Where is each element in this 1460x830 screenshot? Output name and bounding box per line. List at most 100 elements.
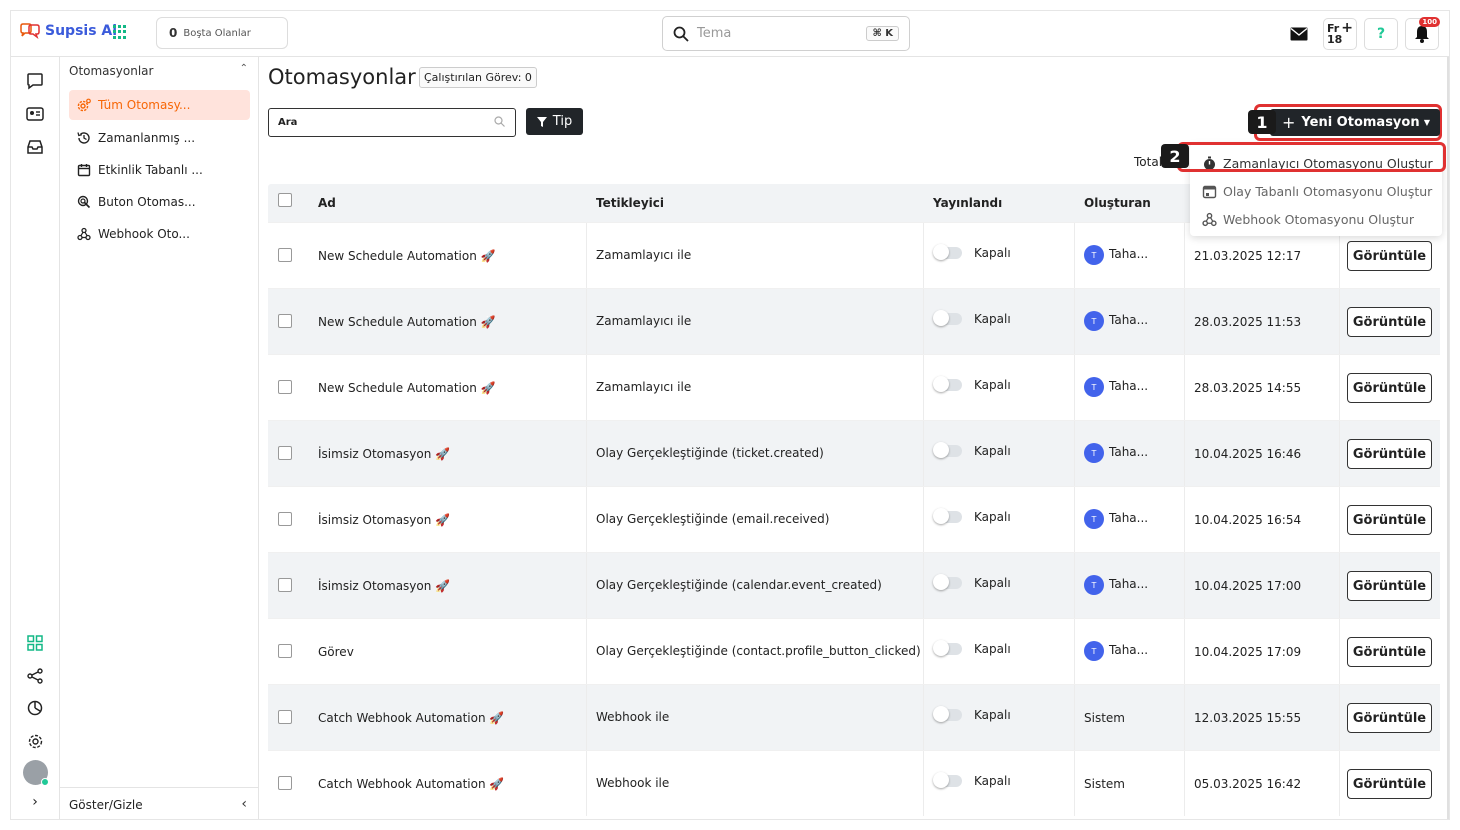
show-hide-toggle[interactable]: Göster/Gizle ‹ xyxy=(60,787,259,819)
collapse-chevron-icon[interactable]: ⌃ xyxy=(240,63,248,74)
sidebar-section-title[interactable]: Otomasyonlar xyxy=(69,64,153,78)
automation-search-input[interactable]: Ara xyxy=(268,108,516,137)
row-checkbox[interactable] xyxy=(278,248,292,262)
share-icon[interactable] xyxy=(25,666,45,686)
calendar-icon xyxy=(1202,185,1217,198)
mail-icon[interactable] xyxy=(1282,18,1316,50)
column-header-published[interactable]: Yayınlandı xyxy=(933,196,1002,210)
view-button[interactable]: Görüntüle xyxy=(1347,439,1432,469)
menu-item-create-webhook[interactable]: Webhook Otomasyonu Oluştur xyxy=(1190,205,1442,233)
step-marker-1: 1 xyxy=(1248,110,1276,134)
notifications-button[interactable]: 100 xyxy=(1405,17,1440,50)
table-body: New Schedule Automation 🚀 Zamamlayıcı ile… xyxy=(268,222,1440,816)
automation-name[interactable]: New Schedule Automation 🚀 xyxy=(318,315,496,329)
table-row[interactable]: Görev Olay Gerçekleştiğinde (contact.prof… xyxy=(268,618,1440,684)
table-row[interactable]: New Schedule Automation 🚀 Zamamlayıcı ile… xyxy=(268,354,1440,420)
view-button[interactable]: Görüntüle xyxy=(1347,703,1432,733)
row-checkbox[interactable] xyxy=(278,644,292,658)
row-checkbox[interactable] xyxy=(278,314,292,328)
publish-toggle[interactable] xyxy=(933,706,962,722)
automation-name[interactable]: Catch Webhook Automation 🚀 xyxy=(318,777,504,791)
automation-name[interactable]: New Schedule Automation 🚀 xyxy=(318,249,496,263)
sidebar-item-webhook[interactable]: Webhook Oto... xyxy=(69,219,250,249)
row-checkbox[interactable] xyxy=(278,776,292,790)
row-checkbox[interactable] xyxy=(278,380,292,394)
font-size-value: 18 xyxy=(1327,33,1343,46)
column-divider xyxy=(1339,619,1340,684)
automation-name[interactable]: New Schedule Automation 🚀 xyxy=(318,381,496,395)
column-header-trigger[interactable]: Tetikleyici xyxy=(596,196,664,210)
view-button[interactable]: Görüntüle xyxy=(1347,769,1432,799)
main-content: Otomasyonlar Çalıştırılan Görev: 0 Ara T… xyxy=(260,57,1449,819)
view-button[interactable]: Görüntüle xyxy=(1347,373,1432,403)
publish-toggle[interactable] xyxy=(933,508,962,524)
publish-toggle[interactable] xyxy=(933,442,962,458)
table-row[interactable]: Catch Webhook Automation 🚀 Webhook ile Kap… xyxy=(268,750,1440,816)
column-divider xyxy=(1074,553,1075,618)
view-button[interactable]: Görüntüle xyxy=(1347,571,1432,601)
row-checkbox[interactable] xyxy=(278,512,292,526)
creator-avatar: T xyxy=(1084,443,1104,463)
sidebar-item-button-automation[interactable]: Buton Otomas... xyxy=(69,187,250,217)
column-divider xyxy=(1339,355,1340,420)
column-divider xyxy=(1184,289,1185,354)
inbox-tray-icon[interactable] xyxy=(25,137,45,157)
calendar-icon xyxy=(77,164,91,177)
sidebar-item-event-based[interactable]: Etkinlik Tabanlı ... xyxy=(69,155,250,185)
trigger-type: Olay Gerçekleştiğinde (email.received) xyxy=(596,512,830,526)
help-icon: ? xyxy=(1376,26,1386,42)
row-checkbox[interactable] xyxy=(278,710,292,724)
table-row[interactable]: İsimsiz Otomasyon 🚀 Olay Gerçekleştiğinde… xyxy=(268,486,1440,552)
reports-clock-icon[interactable] xyxy=(25,698,45,718)
column-header-name[interactable]: Ad xyxy=(318,196,336,210)
automation-table: Ad Tetikleyici Yayınlandı Oluşturan New … xyxy=(268,184,1440,816)
menu-item-create-event-based[interactable]: Olay Tabanlı Otomasyonu Oluştur xyxy=(1190,177,1442,205)
view-button[interactable]: Görüntüle xyxy=(1347,307,1432,337)
new-automation-button[interactable]: + Yeni Otomasyon ▼ xyxy=(1270,109,1440,136)
search-placeholder: Ara xyxy=(278,117,298,128)
automation-name[interactable]: İsimsiz Otomasyon 🚀 xyxy=(318,579,450,593)
publish-toggle[interactable] xyxy=(933,244,962,260)
column-header-creator[interactable]: Oluşturan xyxy=(1084,196,1151,210)
settings-gear-icon[interactable] xyxy=(25,731,45,751)
publish-toggle[interactable] xyxy=(933,574,962,590)
publish-status: Kapalı xyxy=(974,708,1011,722)
expand-chevron-icon[interactable]: › xyxy=(25,792,45,812)
logo[interactable]: Supsis Ai xyxy=(19,23,117,39)
sidebar-item-scheduled[interactable]: Zamanlanmış ... xyxy=(69,123,250,153)
view-button[interactable]: Görüntüle xyxy=(1347,241,1432,271)
select-all-checkbox[interactable] xyxy=(278,193,292,207)
row-checkbox[interactable] xyxy=(278,578,292,592)
dashboard-icon[interactable] xyxy=(25,633,45,653)
apps-grid-icon[interactable] xyxy=(113,25,127,39)
publish-status: Kapalı xyxy=(974,774,1011,788)
automation-name[interactable]: Catch Webhook Automation 🚀 xyxy=(318,711,504,725)
global-search-input[interactable]: Tema ⌘ K xyxy=(662,16,910,51)
font-size-button[interactable]: Fr +18 xyxy=(1323,18,1357,50)
row-checkbox[interactable] xyxy=(278,446,292,460)
view-button[interactable]: Görüntüle xyxy=(1347,637,1432,667)
table-row[interactable]: İsimsiz Otomasyon 🚀 Olay Gerçekleştiğinde… xyxy=(268,420,1440,486)
column-divider xyxy=(923,223,924,288)
vertical-scrollbar[interactable] xyxy=(1447,57,1449,819)
table-row[interactable]: New Schedule Automation 🚀 Zamamlayıcı ile… xyxy=(268,288,1440,354)
table-row[interactable]: Catch Webhook Automation 🚀 Webhook ile Kap… xyxy=(268,684,1440,750)
trigger-type: Zamamlayıcı ile xyxy=(596,380,692,394)
help-button[interactable]: ? xyxy=(1364,18,1398,50)
sidebar-item-all-automations[interactable]: Tüm Otomasy... xyxy=(69,90,250,120)
publish-toggle[interactable] xyxy=(933,640,962,656)
user-avatar[interactable] xyxy=(23,760,49,786)
type-filter-button[interactable]: Tip xyxy=(526,108,583,135)
publish-toggle[interactable] xyxy=(933,310,962,326)
automation-name[interactable]: İsimsiz Otomasyon 🚀 xyxy=(318,447,450,461)
idle-agents-box[interactable]: 0 Boşta Olanlar xyxy=(156,17,288,49)
view-button[interactable]: Görüntüle xyxy=(1347,505,1432,535)
contact-card-icon[interactable] xyxy=(25,104,45,124)
automation-name[interactable]: İsimsiz Otomasyon 🚀 xyxy=(318,513,450,527)
publish-toggle[interactable] xyxy=(933,772,962,788)
table-row[interactable]: İsimsiz Otomasyon 🚀 Olay Gerçekleştiğinde… xyxy=(268,552,1440,618)
bell-icon xyxy=(1415,26,1429,43)
chat-icon[interactable] xyxy=(25,71,45,91)
automation-name[interactable]: Görev xyxy=(318,645,354,659)
publish-toggle[interactable] xyxy=(933,376,962,392)
